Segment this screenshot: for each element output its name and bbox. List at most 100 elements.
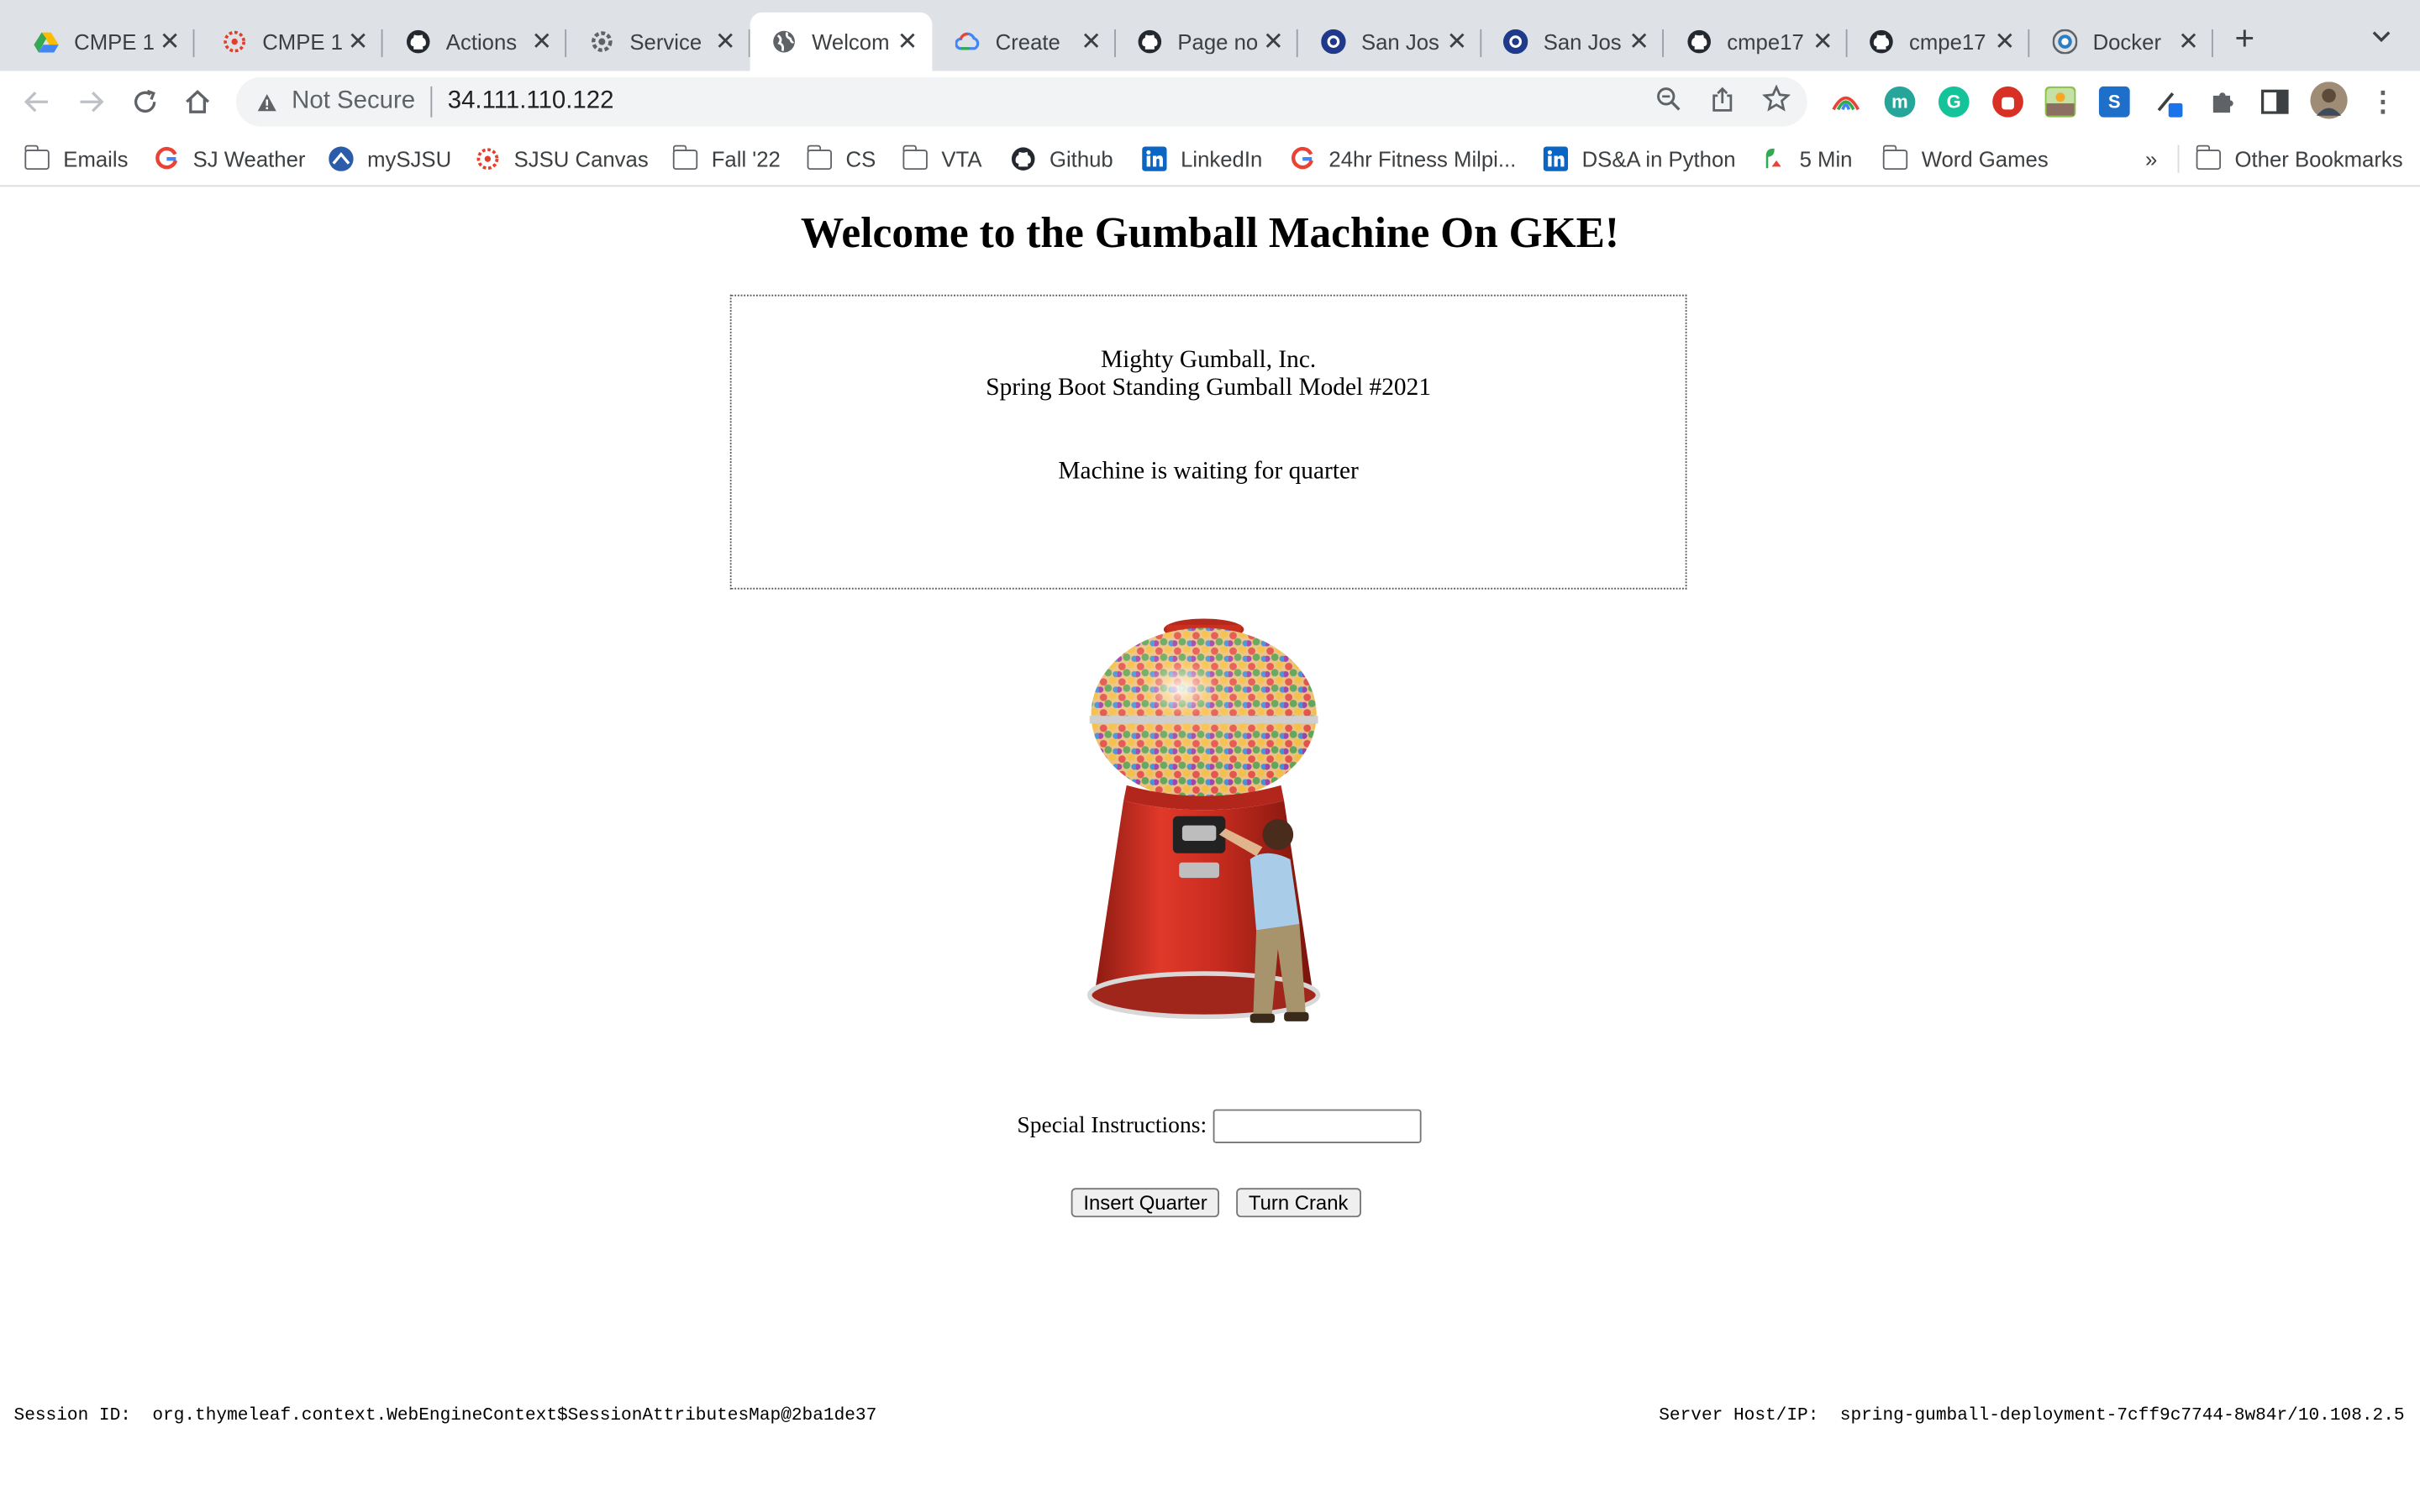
mysjsu-icon	[329, 146, 354, 171]
tab-11[interactable]: cmpe17 ✕	[1848, 13, 2030, 71]
canvas-icon	[476, 146, 500, 171]
tab-8[interactable]: San Jos ✕	[1300, 13, 1482, 71]
circle-icon	[1502, 29, 1528, 55]
bookmarks-overflow-button[interactable]: »	[2145, 145, 2157, 173]
bookmark-label: SJ Weather	[192, 146, 306, 171]
s-extension-icon[interactable]: S	[2098, 86, 2130, 118]
tab-4[interactable]: Service ✕	[568, 13, 750, 71]
url-text[interactable]: 34.111.110.122	[448, 88, 614, 116]
close-tab-icon[interactable]: ✕	[343, 26, 374, 57]
tab-separator	[2211, 29, 2213, 57]
bookmark-item[interactable]: Fall '22	[671, 144, 781, 173]
bookmark-item[interactable]: CS	[806, 144, 876, 173]
adblock-icon[interactable]	[1992, 86, 2023, 118]
close-tab-icon[interactable]: ✕	[1807, 26, 1839, 57]
special-instructions-input[interactable]	[1213, 1109, 1422, 1143]
close-tab-icon[interactable]: ✕	[1441, 26, 1472, 57]
bookmark-star-icon[interactable]	[1761, 83, 1792, 114]
bookmark-item[interactable]: 5 Min	[1761, 145, 1853, 173]
tab-title: Actions	[445, 29, 518, 55]
tab-7[interactable]: Page no ✕	[1116, 13, 1298, 71]
bookmark-item[interactable]: 24hr Fitness Milpi...	[1290, 145, 1516, 173]
zoom-icon[interactable]	[1653, 83, 1684, 114]
close-tab-icon[interactable]: ✕	[892, 26, 923, 57]
tab-search-chevron-icon[interactable]	[2370, 24, 2392, 49]
tab-title: Service	[629, 29, 702, 55]
grammarly-icon[interactable]: G	[1938, 86, 1970, 118]
tab-title: San Jos	[1543, 29, 1622, 55]
rainbow-extension-icon[interactable]	[1830, 87, 1861, 118]
server-host-footer: Server Host/IP: spring-gumball-deploymen…	[1659, 1405, 2404, 1425]
plant-extension-icon[interactable]	[2044, 86, 2076, 118]
close-tab-icon[interactable]: ✕	[1990, 26, 2021, 57]
back-arrow-icon[interactable]	[18, 83, 55, 120]
bookmark-label: 24hr Fitness Milpi...	[1328, 146, 1517, 171]
close-tab-icon[interactable]: ✕	[1623, 26, 1655, 57]
side-panel-icon[interactable]	[2260, 87, 2291, 118]
profile-avatar[interactable]	[2310, 81, 2348, 119]
folder-icon	[806, 144, 832, 171]
bookmark-item[interactable]: SJSU Canvas	[476, 145, 649, 173]
bookmark-item[interactable]: DS&A in Python	[1543, 145, 1736, 173]
linkedin-icon	[1543, 146, 1569, 171]
tab-separator	[1662, 29, 1664, 57]
new-tab-button[interactable]: +	[2235, 21, 2255, 55]
tab-title: Docker	[2092, 29, 2162, 55]
m-extension-icon[interactable]: m	[1884, 86, 1916, 118]
folder-icon	[1881, 144, 1908, 171]
close-tab-icon[interactable]: ✕	[526, 26, 557, 57]
close-tab-icon[interactable]: ✕	[155, 26, 186, 57]
bookmark-item[interactable]: SJ Weather	[155, 145, 306, 173]
github-icon	[1869, 29, 1893, 54]
tab-title: CMPE 1	[74, 29, 155, 55]
address-bar[interactable]: Not Secure 34.111.110.122	[236, 76, 1807, 127]
browser-menu-icon[interactable]: ⋮	[2367, 86, 2398, 118]
tab-2[interactable]: CMPE 1 ✕	[201, 13, 383, 71]
tab-6[interactable]: Create ✕	[934, 13, 1116, 71]
other-bookmarks-folder[interactable]: Other Bookmarks	[2195, 144, 2403, 173]
share-icon[interactable]	[1707, 83, 1738, 114]
home-icon[interactable]	[179, 83, 216, 120]
forward-arrow-icon[interactable]	[72, 83, 109, 120]
eyedropper-extension-icon[interactable]	[2154, 87, 2186, 118]
folder-icon	[24, 144, 50, 171]
puzzle-extensions-icon[interactable]	[2207, 87, 2238, 118]
bookmark-label: CS	[845, 146, 876, 171]
close-tab-icon[interactable]: ✕	[710, 26, 741, 57]
tab-title: cmpe17	[1727, 29, 1804, 55]
bookmark-label: 5 Min	[1799, 146, 1853, 171]
turn-crank-button[interactable]: Turn Crank	[1236, 1188, 1361, 1218]
tab-5[interactable]: Welcom ✕	[750, 12, 933, 71]
tab-12[interactable]: Docker ✕	[2031, 13, 2213, 71]
bookmark-item[interactable]: Github	[1011, 145, 1113, 173]
session-id-footer: Session ID: org.thymeleaf.context.WebEng…	[14, 1405, 877, 1425]
bookmark-item[interactable]: Word Games	[1881, 144, 2049, 173]
tab-1[interactable]: CMPE 1 ✕	[13, 13, 195, 71]
bookmark-item[interactable]: VTA	[902, 144, 982, 173]
tab-title: Create	[995, 29, 1060, 55]
reload-icon[interactable]	[127, 83, 164, 120]
insert-quarter-button[interactable]: Insert Quarter	[1071, 1188, 1220, 1218]
warning-triangle-icon[interactable]	[255, 92, 279, 112]
tab-title: CMPE 1	[262, 29, 343, 55]
tab-title: Welcom	[812, 29, 890, 55]
tab-strip: CMPE 1 ✕ CMPE 1 ✕ Actions ✕ Service ✕ Welcom ✕ Cre…	[0, 0, 2420, 71]
close-tab-icon[interactable]: ✕	[2173, 26, 2204, 57]
address-divider	[430, 86, 433, 118]
bookmark-item[interactable]: LinkedIn	[1142, 145, 1262, 173]
close-tab-icon[interactable]: ✕	[1076, 26, 1107, 57]
browser-toolbar: Not Secure 34.111.110.122 m G S ⋮	[0, 71, 2420, 133]
security-label[interactable]: Not Secure	[292, 88, 415, 116]
tab-10[interactable]: cmpe17 ✕	[1665, 13, 1848, 71]
bookmark-item[interactable]: mySJSU	[329, 145, 451, 173]
plant-icon	[1761, 146, 1786, 171]
google-icon	[155, 146, 179, 171]
bookmark-item[interactable]: Emails	[24, 144, 128, 173]
linkedin-icon	[1142, 146, 1167, 171]
docker-icon	[2052, 29, 2078, 55]
special-instructions-row: Special Instructions:	[1017, 1109, 1422, 1143]
machine-status-box: Mighty Gumball, Inc. Spring Boot Standin…	[729, 294, 1687, 590]
close-tab-icon[interactable]: ✕	[1258, 26, 1289, 57]
tab-3[interactable]: Actions ✕	[384, 13, 567, 71]
tab-9[interactable]: San Jos ✕	[1481, 13, 1664, 71]
